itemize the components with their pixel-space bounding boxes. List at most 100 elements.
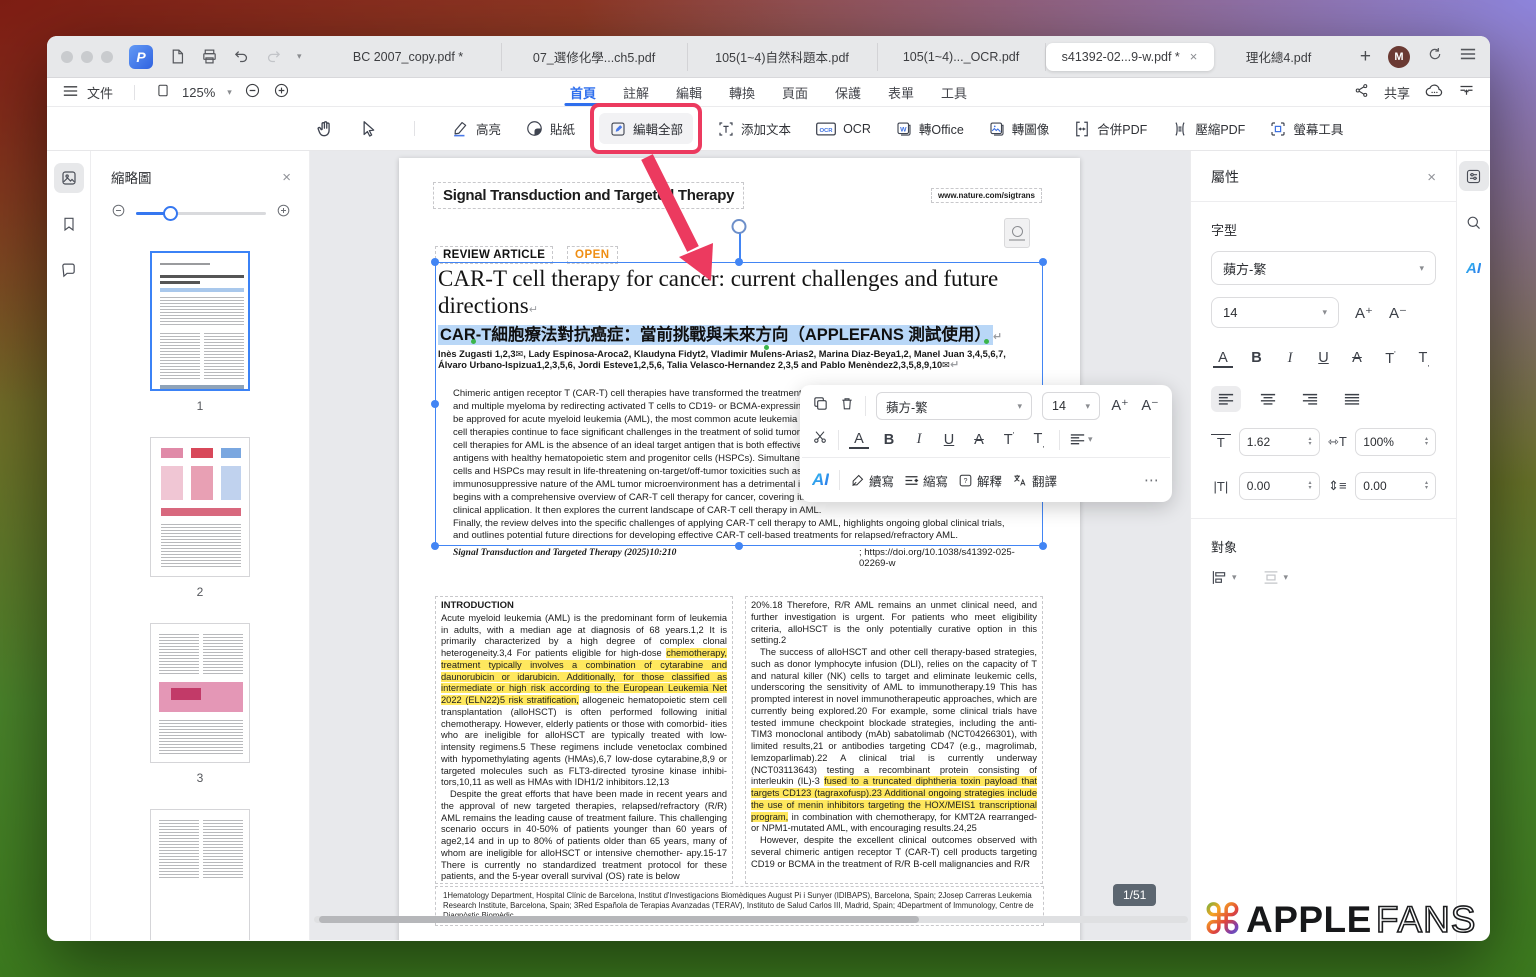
convert-to-image-tool[interactable]: 轉圖像 xyxy=(988,119,1049,138)
document-viewport[interactable]: Signal Transduction and Targeted Therapy… xyxy=(310,151,1190,940)
share-label[interactable]: 共享 xyxy=(1384,83,1410,102)
thumb-zoom-out-icon[interactable] xyxy=(111,203,126,223)
tab-annotate[interactable]: 註解 xyxy=(623,78,649,106)
increase-font-icon[interactable]: A⁺ xyxy=(1355,304,1373,322)
bold-button[interactable]: B xyxy=(1247,350,1267,368)
close-properties-icon[interactable]: × xyxy=(1427,169,1436,186)
file-menu-icon[interactable] xyxy=(63,85,78,100)
ai-translate-button[interactable]: 翻譯 xyxy=(1012,471,1057,490)
ai-more-icon[interactable]: ⋯ xyxy=(1144,471,1160,489)
doc-tab-2[interactable]: 07_選修化學...ch5.pdf xyxy=(502,42,688,71)
close-sidebar-icon[interactable]: × xyxy=(282,169,291,186)
doc-tab-3[interactable]: 105(1~4)自然科題本.pdf xyxy=(688,42,878,71)
share-icon[interactable] xyxy=(1354,83,1369,101)
cloud-sync-icon[interactable] xyxy=(1425,83,1444,101)
bold-button[interactable]: B xyxy=(879,432,899,448)
page-thumbnail-1[interactable]: 1 xyxy=(150,251,250,413)
page-fit-icon[interactable] xyxy=(156,83,170,101)
citation-line[interactable]: Signal Transduction and Targeted Therapy… xyxy=(453,547,1039,569)
tab-close-icon[interactable]: × xyxy=(1190,49,1198,64)
ai-explain-button[interactable]: ? 解釋 xyxy=(958,471,1002,490)
cut-icon[interactable] xyxy=(812,429,828,450)
main-menu-icon[interactable] xyxy=(1460,47,1476,66)
step-down-icon[interactable]: ▾ xyxy=(1308,441,1311,447)
new-tab-button[interactable]: + xyxy=(1360,46,1371,68)
object-align-button[interactable]: ▾ xyxy=(1211,570,1237,585)
line-spacing-input[interactable]: 0.00 ▴ ▾ xyxy=(1355,472,1436,500)
font-color-button[interactable]: A xyxy=(849,431,869,449)
delete-icon[interactable] xyxy=(839,395,855,417)
screen-tools[interactable]: 螢幕工具 xyxy=(1269,119,1343,138)
new-document-icon[interactable] xyxy=(169,48,186,65)
tab-tools[interactable]: 工具 xyxy=(941,78,967,106)
doi-link[interactable]: ; https://doi.org/10.1038/s41392-025-022… xyxy=(859,547,1039,569)
minimize-window-button[interactable] xyxy=(81,50,93,63)
zoom-in-icon[interactable] xyxy=(273,82,290,102)
undo-icon[interactable] xyxy=(233,48,250,65)
ocr-tool[interactable]: OCR OCR xyxy=(815,120,871,138)
decrease-font-icon[interactable]: A⁻ xyxy=(1140,398,1160,414)
zoom-chevron-icon[interactable]: ▾ xyxy=(227,87,232,98)
tab-page[interactable]: 頁面 xyxy=(782,78,808,106)
thumbnails-panel-icon[interactable] xyxy=(53,163,84,193)
subscript-button[interactable]: T, xyxy=(1414,350,1434,368)
horizontal-scrollbar[interactable] xyxy=(314,916,1188,923)
tab-protect[interactable]: 保護 xyxy=(835,78,861,106)
superscript-button[interactable]: T' xyxy=(1381,350,1401,368)
slider-knob[interactable] xyxy=(163,205,178,221)
step-down-icon[interactable]: ▾ xyxy=(1308,485,1311,491)
tab-edit[interactable]: 編輯 xyxy=(676,78,702,106)
copy-icon[interactable] xyxy=(812,395,829,417)
article-type-block[interactable]: REVIEW ARTICLE xyxy=(435,246,554,264)
tab-form[interactable]: 表單 xyxy=(888,78,914,106)
compress-pdf-tool[interactable]: 壓縮PDF xyxy=(1171,119,1245,138)
sticker-tool[interactable]: 貼紙 xyxy=(525,119,575,138)
font-size-select[interactable]: 14 ▾ xyxy=(1211,297,1339,328)
increase-font-icon[interactable]: A⁺ xyxy=(1110,398,1130,414)
open-access-block[interactable]: OPEN xyxy=(567,246,618,264)
history-chevron-icon[interactable]: ▾ xyxy=(297,51,302,62)
ai-shorten-button[interactable]: 縮寫 xyxy=(904,471,948,490)
highlight-tool[interactable]: 高亮 xyxy=(451,119,501,138)
tab-convert[interactable]: 轉換 xyxy=(729,78,755,106)
article-subtitle-zh[interactable]: CAR-T細胞療法對抗癌症：當前挑戰與未來方向（APPLEFANS 測試使用） ↵ xyxy=(438,321,1002,345)
strikethrough-button[interactable]: A xyxy=(969,432,989,448)
authors-block[interactable]: Inès Zugasti 1,2,3✉, Lady Espinosa-Aroca… xyxy=(438,349,1038,370)
hand-tool-icon[interactable] xyxy=(315,119,335,139)
doc-tab-6[interactable]: 理化總4.pdf xyxy=(1214,43,1344,71)
journal-url-block[interactable]: www.nature.com/sigtrans xyxy=(930,188,1042,203)
page-thumbnail-2[interactable]: 2 xyxy=(150,437,250,599)
object-distribute-button[interactable]: ▾ xyxy=(1263,570,1288,585)
italic-button[interactable]: I xyxy=(909,431,929,448)
doc-tab-active[interactable]: s41392-02...9-w.pdf * × xyxy=(1045,42,1214,71)
article-title[interactable]: CAR-T cell therapy for cancer: current c… xyxy=(438,265,1038,323)
page-thumbnail-4[interactable] xyxy=(150,809,250,940)
convert-to-office-tool[interactable]: W 轉Office xyxy=(895,119,964,138)
step-down-icon[interactable]: ▾ xyxy=(1425,441,1428,447)
tab-home[interactable]: 首頁 xyxy=(570,78,596,106)
collapse-toolbar-icon[interactable] xyxy=(1459,84,1474,101)
align-justify-button[interactable] xyxy=(1337,386,1367,412)
body-column-left[interactable]: INTRODUCTION Acute myeloid leukemia (AML… xyxy=(435,596,733,884)
line-height-input[interactable]: 1.62 ▴ ▾ xyxy=(1238,428,1320,456)
account-avatar[interactable]: M xyxy=(1388,45,1410,68)
font-family-select[interactable]: 蘋方-繁 ▾ xyxy=(876,392,1032,420)
thumbnail-size-slider[interactable] xyxy=(136,205,266,221)
align-left-button[interactable] xyxy=(1211,386,1241,412)
ai-assistant-icon[interactable]: AI xyxy=(812,470,829,490)
underline-button[interactable]: U xyxy=(939,432,959,448)
properties-rail-icon[interactable] xyxy=(1458,161,1489,191)
font-size-select[interactable]: 14 ▾ xyxy=(1042,392,1100,420)
print-icon[interactable] xyxy=(201,48,218,65)
font-family-select[interactable]: 蘋方-繁 ▾ xyxy=(1211,251,1436,285)
add-text-tool[interactable]: 添加文本 xyxy=(717,119,791,138)
doc-tab-4[interactable]: 105(1~4)..._OCR.pdf xyxy=(878,42,1046,71)
scrollbar-thumb[interactable] xyxy=(319,916,919,923)
thumb-zoom-in-icon[interactable] xyxy=(276,203,291,223)
subscript-button[interactable]: T, xyxy=(1029,431,1049,449)
zoom-out-icon[interactable] xyxy=(244,82,261,102)
ai-continue-writing-button[interactable]: 續寫 xyxy=(850,471,894,490)
sync-icon[interactable] xyxy=(1427,46,1443,67)
redo-icon[interactable] xyxy=(265,48,282,65)
maximize-window-button[interactable] xyxy=(101,50,113,63)
